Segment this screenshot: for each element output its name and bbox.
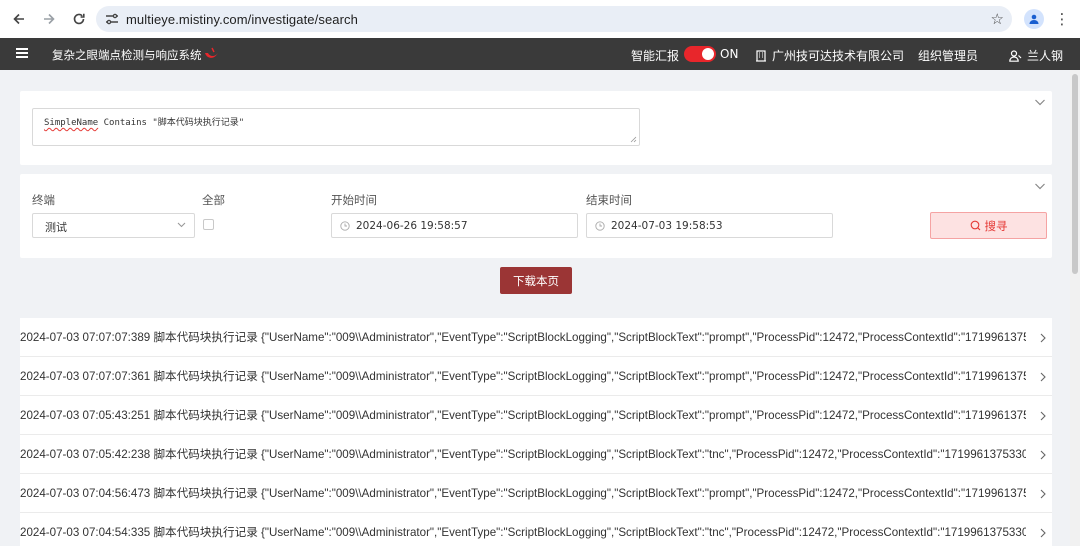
result-row[interactable]: 2024-07-03 07:07:07:389 脚本代码块执行记录 {"User… [20,318,1052,357]
user-name: 兰人钢 [1027,49,1064,63]
chevron-right-icon [1040,450,1046,460]
start-time-label: 开始时间 [331,193,377,207]
smart-report-label: 智能汇报 [631,49,680,63]
search-icon [970,220,980,231]
logo-icon [205,47,218,58]
main-content: SimpleName Contains "脚本代码块执行记录" 终端 全部 开始… [10,70,1065,546]
all-checkbox[interactable] [203,219,214,230]
app-title: 复杂之眼端点检测与响应系统 [52,48,202,62]
result-row[interactable]: 2024-07-03 07:05:43:251 脚本代码块执行记录 {"User… [20,396,1052,435]
address-bar[interactable]: multieye.mistiny.com/investigate/search … [96,6,1012,32]
chevron-down-icon [177,222,186,228]
collapse-query-icon[interactable] [1034,96,1046,108]
start-time-input[interactable]: 2024-06-26 19:58:57 [331,213,578,238]
download-page-button[interactable]: 下载本页 [500,267,572,294]
chevron-right-icon [1040,528,1046,538]
org-admin-link[interactable]: 组织管理员 [918,47,978,64]
forward-icon[interactable] [38,8,60,30]
browser-menu-icon[interactable]: ⋮ [1055,9,1070,29]
clock-icon [595,220,605,231]
page-scrollbar[interactable] [1070,70,1080,546]
result-row[interactable]: 2024-07-03 07:05:42:238 脚本代码块执行记录 {"User… [20,435,1052,474]
collapse-filter-icon[interactable] [1034,180,1046,192]
menu-icon[interactable] [16,48,28,58]
query-keyword: SimpleName [44,118,99,128]
start-time-value: 2024-06-26 19:58:57 [356,219,468,232]
user-icon [1009,49,1022,62]
all-label: 全部 [202,193,225,207]
profile-avatar-icon[interactable] [1024,9,1044,29]
company-name: 广州技可达技术有限公司 [772,49,905,63]
search-button-label: 搜寻 [984,218,1008,233]
result-text: 2024-07-03 07:04:54:335 脚本代码块执行记录 {"User… [20,526,1026,539]
result-row[interactable]: 2024-07-03 07:04:56:473 脚本代码块执行记录 {"User… [20,474,1052,513]
building-icon [756,49,766,62]
result-text: 2024-07-03 07:07:07:361 脚本代码块执行记录 {"User… [20,370,1026,383]
chevron-right-icon [1040,372,1046,382]
result-row[interactable]: 2024-07-03 07:04:54:335 脚本代码块执行记录 {"User… [20,513,1052,546]
scrollbar-thumb[interactable] [1072,74,1078,274]
terminal-value: 测试 [45,221,67,234]
browser-toolbar: multieye.mistiny.com/investigate/search … [0,0,1080,38]
toggle-state-label: ON [720,47,739,61]
back-icon[interactable] [8,8,30,30]
end-time-value: 2024-07-03 19:58:53 [611,219,723,232]
chevron-right-icon [1040,333,1046,343]
resize-handle-icon[interactable] [630,136,637,143]
terminal-label: 终端 [32,193,55,207]
app-header: 复杂之眼端点检测与响应系统 智能汇报 ON 广州技可达技术有限公司 组织管理员 … [0,38,1080,70]
filter-panel: 终端 全部 开始时间 结束时间 测试 2024-06-26 19:58:57 2… [20,174,1052,258]
search-button[interactable]: 搜寻 [930,212,1047,239]
smart-report-toggle[interactable] [684,46,716,62]
chevron-right-icon [1040,489,1046,499]
chevron-right-icon [1040,411,1046,421]
site-settings-icon[interactable] [104,11,120,27]
query-panel: SimpleName Contains "脚本代码块执行记录" [20,91,1052,165]
company-selector[interactable]: 广州技可达技术有限公司 [755,47,904,64]
reload-icon[interactable] [68,8,90,30]
query-condition: Contains "脚本代码块执行记录" [98,118,245,128]
clock-icon [340,220,350,231]
user-menu[interactable]: 兰人钢 [1009,47,1063,64]
results-list: 2024-07-03 07:07:07:389 脚本代码块执行记录 {"User… [20,318,1052,546]
result-row[interactable]: 2024-07-03 07:07:07:361 脚本代码块执行记录 {"User… [20,357,1052,396]
result-text: 2024-07-03 07:05:42:238 脚本代码块执行记录 {"User… [20,448,1026,461]
url-text: multieye.mistiny.com/investigate/search [126,11,358,27]
terminal-select[interactable]: 测试 [32,213,195,238]
query-textarea[interactable]: SimpleName Contains "脚本代码块执行记录" [32,108,640,146]
result-text: 2024-07-03 07:07:07:389 脚本代码块执行记录 {"User… [20,331,1026,344]
result-text: 2024-07-03 07:04:56:473 脚本代码块执行记录 {"User… [20,487,1026,500]
end-time-label: 结束时间 [586,193,632,207]
result-text: 2024-07-03 07:05:43:251 脚本代码块执行记录 {"User… [20,409,1026,422]
bookmark-star-icon[interactable]: ☆ [991,10,1004,28]
end-time-input[interactable]: 2024-07-03 19:58:53 [586,213,833,238]
